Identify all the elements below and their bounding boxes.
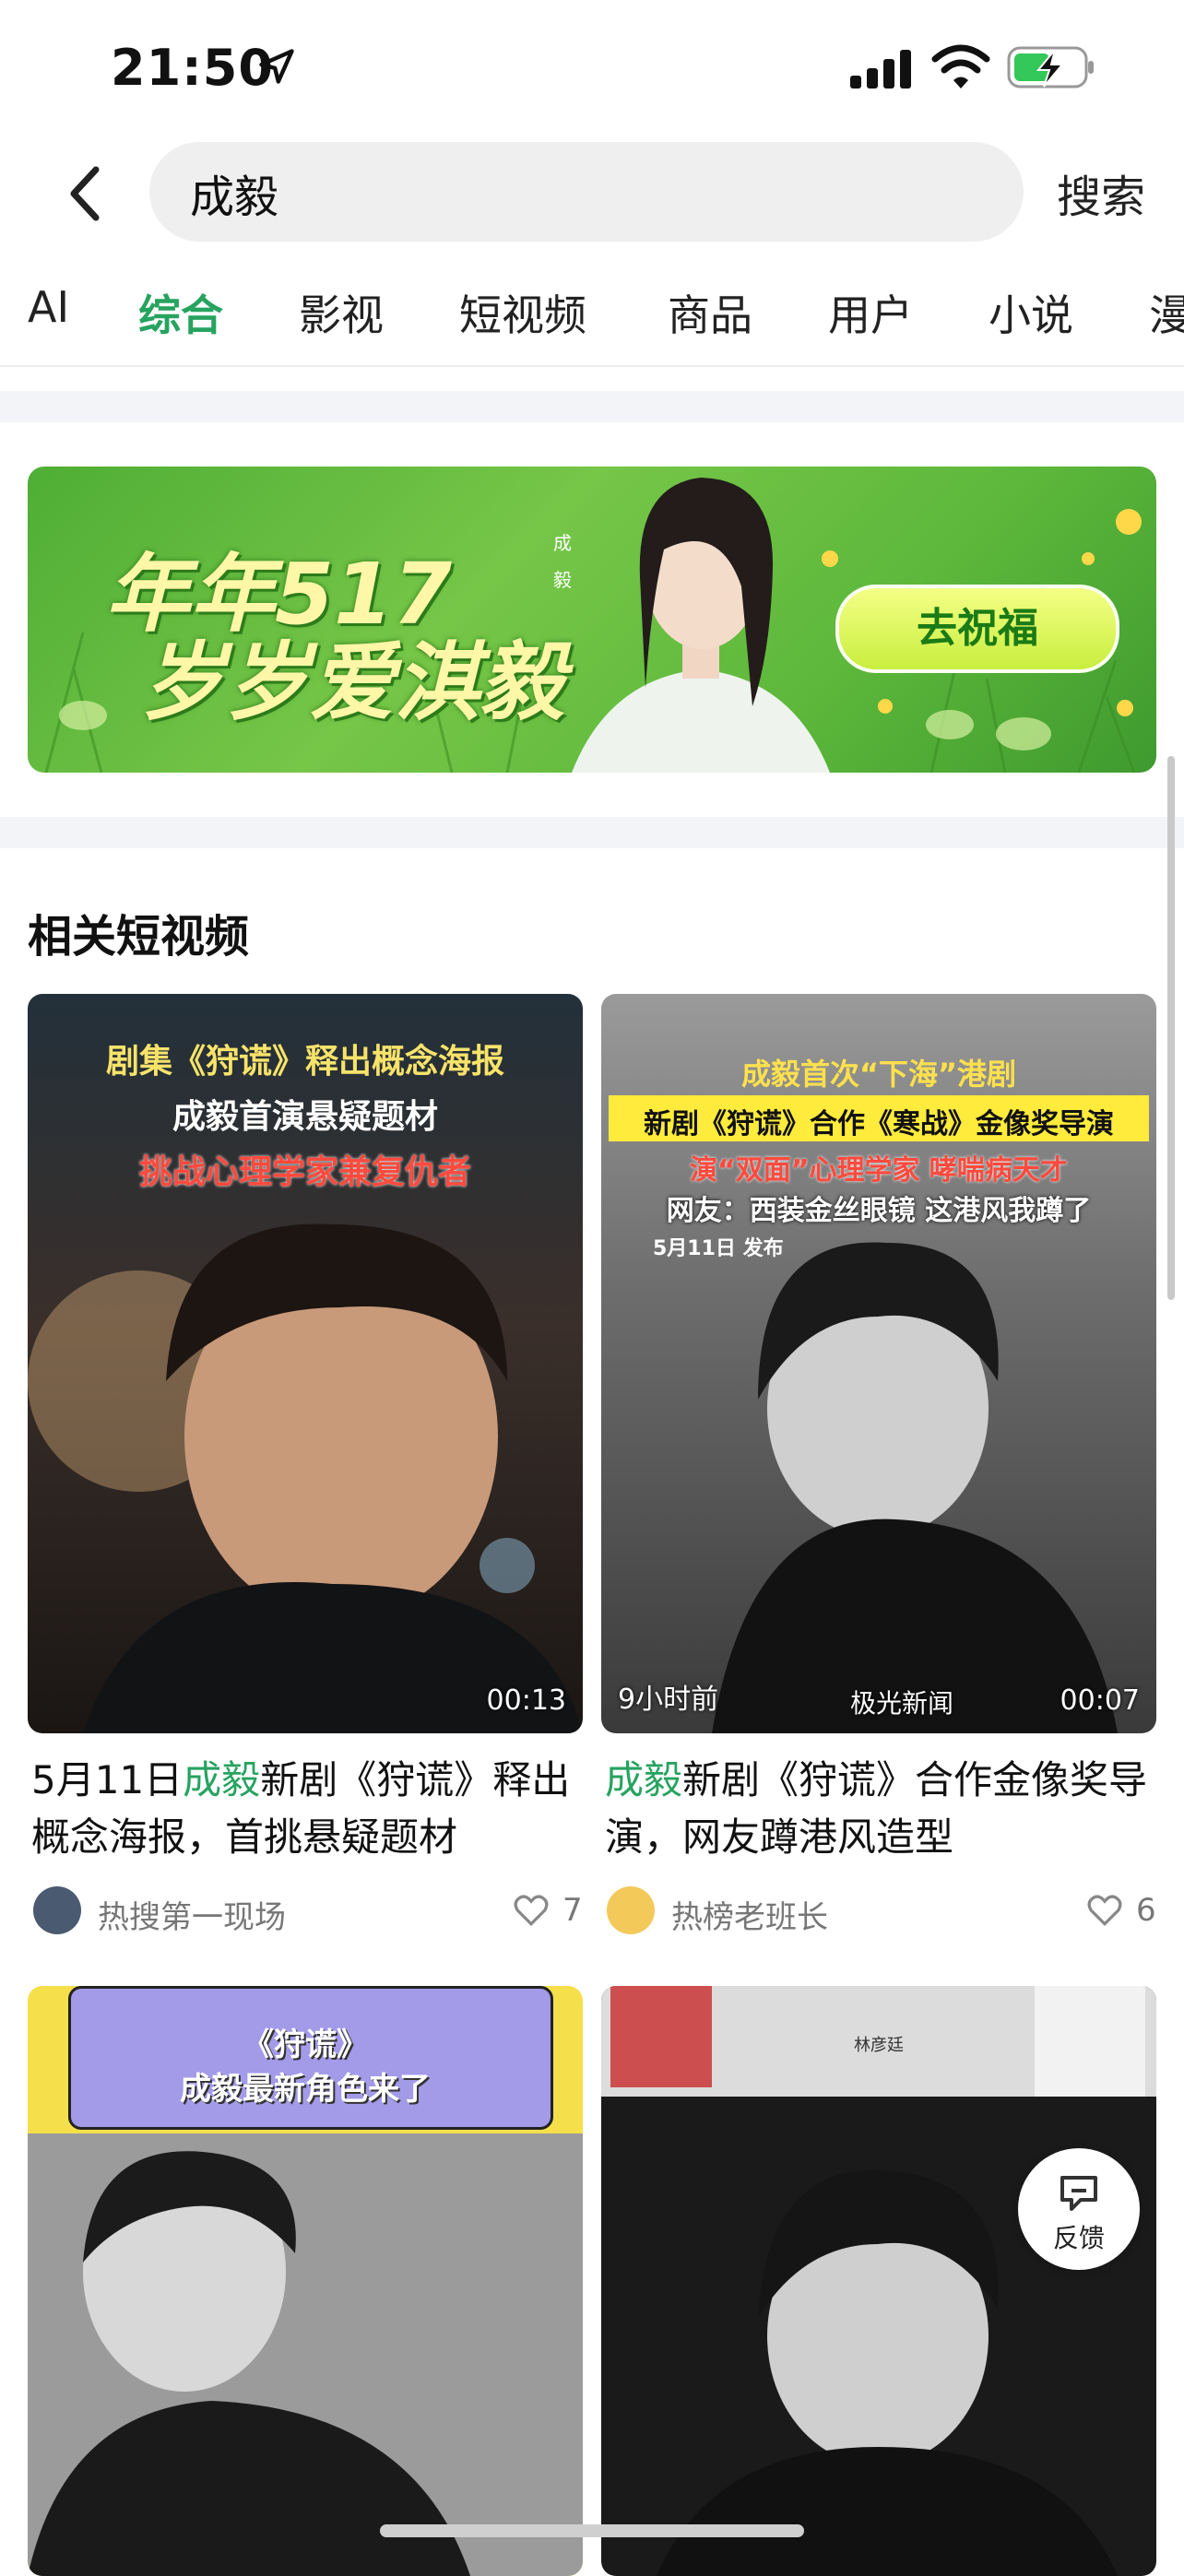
section-divider <box>0 391 1184 422</box>
feedback-button[interactable]: 反馈 <box>1018 2148 1140 2270</box>
title-highlight: 成毅 <box>605 1757 683 1802</box>
thumbnail-caption-line: 成毅首次“下海”港剧 <box>740 1057 1017 1092</box>
thumbnail-caption-line: 林彦廷 <box>854 2036 904 2055</box>
avatar[interactable] <box>33 1886 81 1934</box>
tab-short-video[interactable]: 短视频 <box>459 282 586 343</box>
banner-headline-2: 岁岁爱淇毅 <box>140 633 565 732</box>
promo-banner[interactable]: 成 毅 年年517 岁岁爱淇毅 去祝福 <box>28 467 1156 773</box>
video-title[interactable]: 成毅新剧《狩谎》合作金像奖导演，网友蹲港风造型 <box>605 1752 1158 1866</box>
svg-text:毅: 毅 <box>553 569 572 591</box>
location-arrow-icon <box>259 49 294 84</box>
search-input[interactable] <box>149 142 1024 242</box>
section-divider <box>0 817 1184 848</box>
signal-icon <box>850 50 911 89</box>
video-thumbnail[interactable]: 剧集《狩谎》释出概念海报 成毅首演悬疑题材 挑战心理学家兼复仇者 00:13 <box>28 994 583 1733</box>
thumbnail-caption-line: 剧集《狩谎》释出概念海报 <box>105 1043 504 1081</box>
video-thumbnail[interactable]: 成毅首次“下海”港剧 新剧《狩谎》合作《寒战》金像奖导演 演“双面”心理学家 哮… <box>601 994 1156 1733</box>
tab-comprehensive[interactable]: 综合 <box>138 282 223 343</box>
thumbnail-caption-line: 《狩谎》 <box>243 2027 368 2063</box>
thumbnail-portrait <box>601 1986 1156 2576</box>
status-time: 21:50 <box>111 39 274 97</box>
tab-products[interactable]: 商品 <box>668 282 752 343</box>
video-duration: 00:07 <box>1060 1684 1140 1717</box>
watermark-logo: 极光新闻 <box>850 1688 954 1719</box>
section-title: 相关短视频 <box>28 911 250 963</box>
thumbnail-caption-line: 网友：西装金丝眼镜 这港风我蹲了 <box>666 1195 1092 1227</box>
title-highlight: 成毅 <box>183 1757 261 1802</box>
thumbnail-caption-line: 挑战心理学家兼复仇者 <box>138 1153 471 1191</box>
svg-text:成: 成 <box>553 532 572 554</box>
thumbnail-caption-line: 成毅首演悬疑题材 <box>172 1098 438 1136</box>
time-ago-badge: 9小时前 <box>618 1684 719 1716</box>
publish-date: 5月11日 发布 <box>653 1237 784 1260</box>
tab-ai[interactable]: AI <box>28 282 69 332</box>
tab-film-tv[interactable]: 影视 <box>299 282 384 343</box>
title-text: 5月11日 <box>31 1757 184 1802</box>
heart-icon[interactable] <box>1086 1894 1123 1927</box>
wifi-icon <box>931 44 990 89</box>
scrollbar[interactable] <box>1167 756 1175 1300</box>
tabs-divider <box>0 365 1184 367</box>
thumbnail-caption-line: 成毅最新角色来了 <box>180 2071 431 2108</box>
feedback-label: 反馈 <box>1052 2223 1105 2253</box>
author-name[interactable]: 热搜第一现场 <box>98 1892 286 1937</box>
video-thumbnail[interactable]: 林彦廷 <box>601 1986 1156 2576</box>
like-count: 7 <box>562 1892 583 1929</box>
thumbnail-caption-line: 演“双面”心理学家 哮喘病天才 <box>690 1154 1068 1187</box>
thumbnail-caption-line: 新剧《狩谎》合作《寒战》金像奖导演 <box>644 1108 1114 1140</box>
thumbnail-portrait <box>28 2133 583 2576</box>
title-text: 新剧《狩谎》合作金像奖导演，网友蹲港风造型 <box>605 1757 1148 1860</box>
author-name[interactable]: 热榜老班长 <box>671 1892 828 1937</box>
heart-icon[interactable] <box>513 1894 550 1927</box>
send-wishes-button[interactable]: 去祝福 <box>835 585 1119 673</box>
avatar[interactable] <box>607 1886 655 1934</box>
back-button[interactable] <box>53 157 120 230</box>
tab-users[interactable]: 用户 <box>828 282 913 343</box>
tab-comics[interactable]: 漫 <box>1149 282 1184 343</box>
actor-illustration: 成 毅 <box>553 478 830 773</box>
search-button[interactable]: 搜索 <box>1057 160 1145 225</box>
video-thumbnail[interactable]: 《狩谎》 成毅最新角色来了 <box>28 1986 583 2576</box>
search-query-text: 成毅 <box>190 171 279 223</box>
home-indicator <box>380 2524 804 2537</box>
battery-charging-icon <box>1007 46 1094 89</box>
tab-novels[interactable]: 小说 <box>989 282 1073 343</box>
like-count: 6 <box>1136 1892 1156 1929</box>
chat-bubble-icon <box>1060 2176 1097 2211</box>
video-duration: 00:13 <box>486 1684 566 1717</box>
video-title[interactable]: 5月11日成毅新剧《狩谎》释出概念海报，首挑悬疑题材 <box>31 1752 585 1866</box>
